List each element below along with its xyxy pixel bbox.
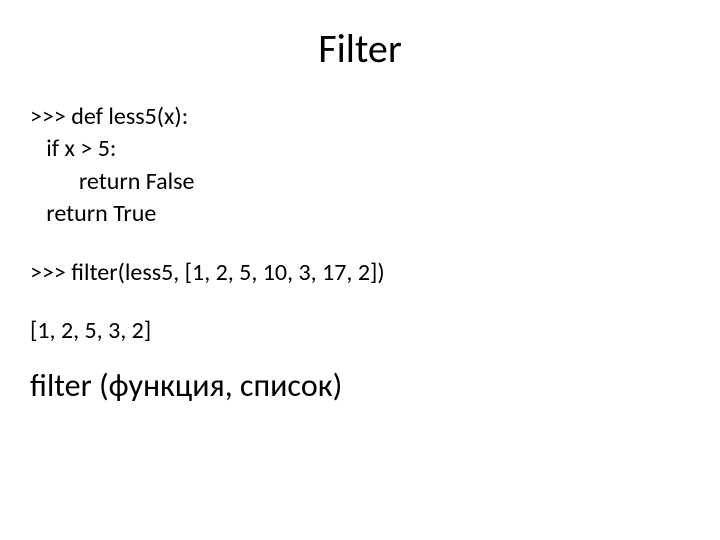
code-result-line: [1, 2, 5, 3, 2] bbox=[30, 315, 690, 347]
code-line-if: if x > 5: bbox=[30, 134, 116, 163]
slide-title: Filter bbox=[30, 24, 690, 73]
code-line-def: >>> def less5(x): bbox=[30, 102, 188, 131]
slide-container: Filter >>> def less5(x): if x > 5: retur… bbox=[0, 0, 720, 540]
code-definition-block: >>> def less5(x): if x > 5: return False… bbox=[30, 101, 690, 231]
code-line-return-true: return True bbox=[30, 199, 156, 228]
code-line-return-false: return False bbox=[30, 167, 194, 196]
summary-line: filter (функция, список) bbox=[30, 365, 690, 407]
code-call-line: >>> filter(less5, [1, 2, 5, 10, 3, 17, 2… bbox=[30, 257, 690, 289]
